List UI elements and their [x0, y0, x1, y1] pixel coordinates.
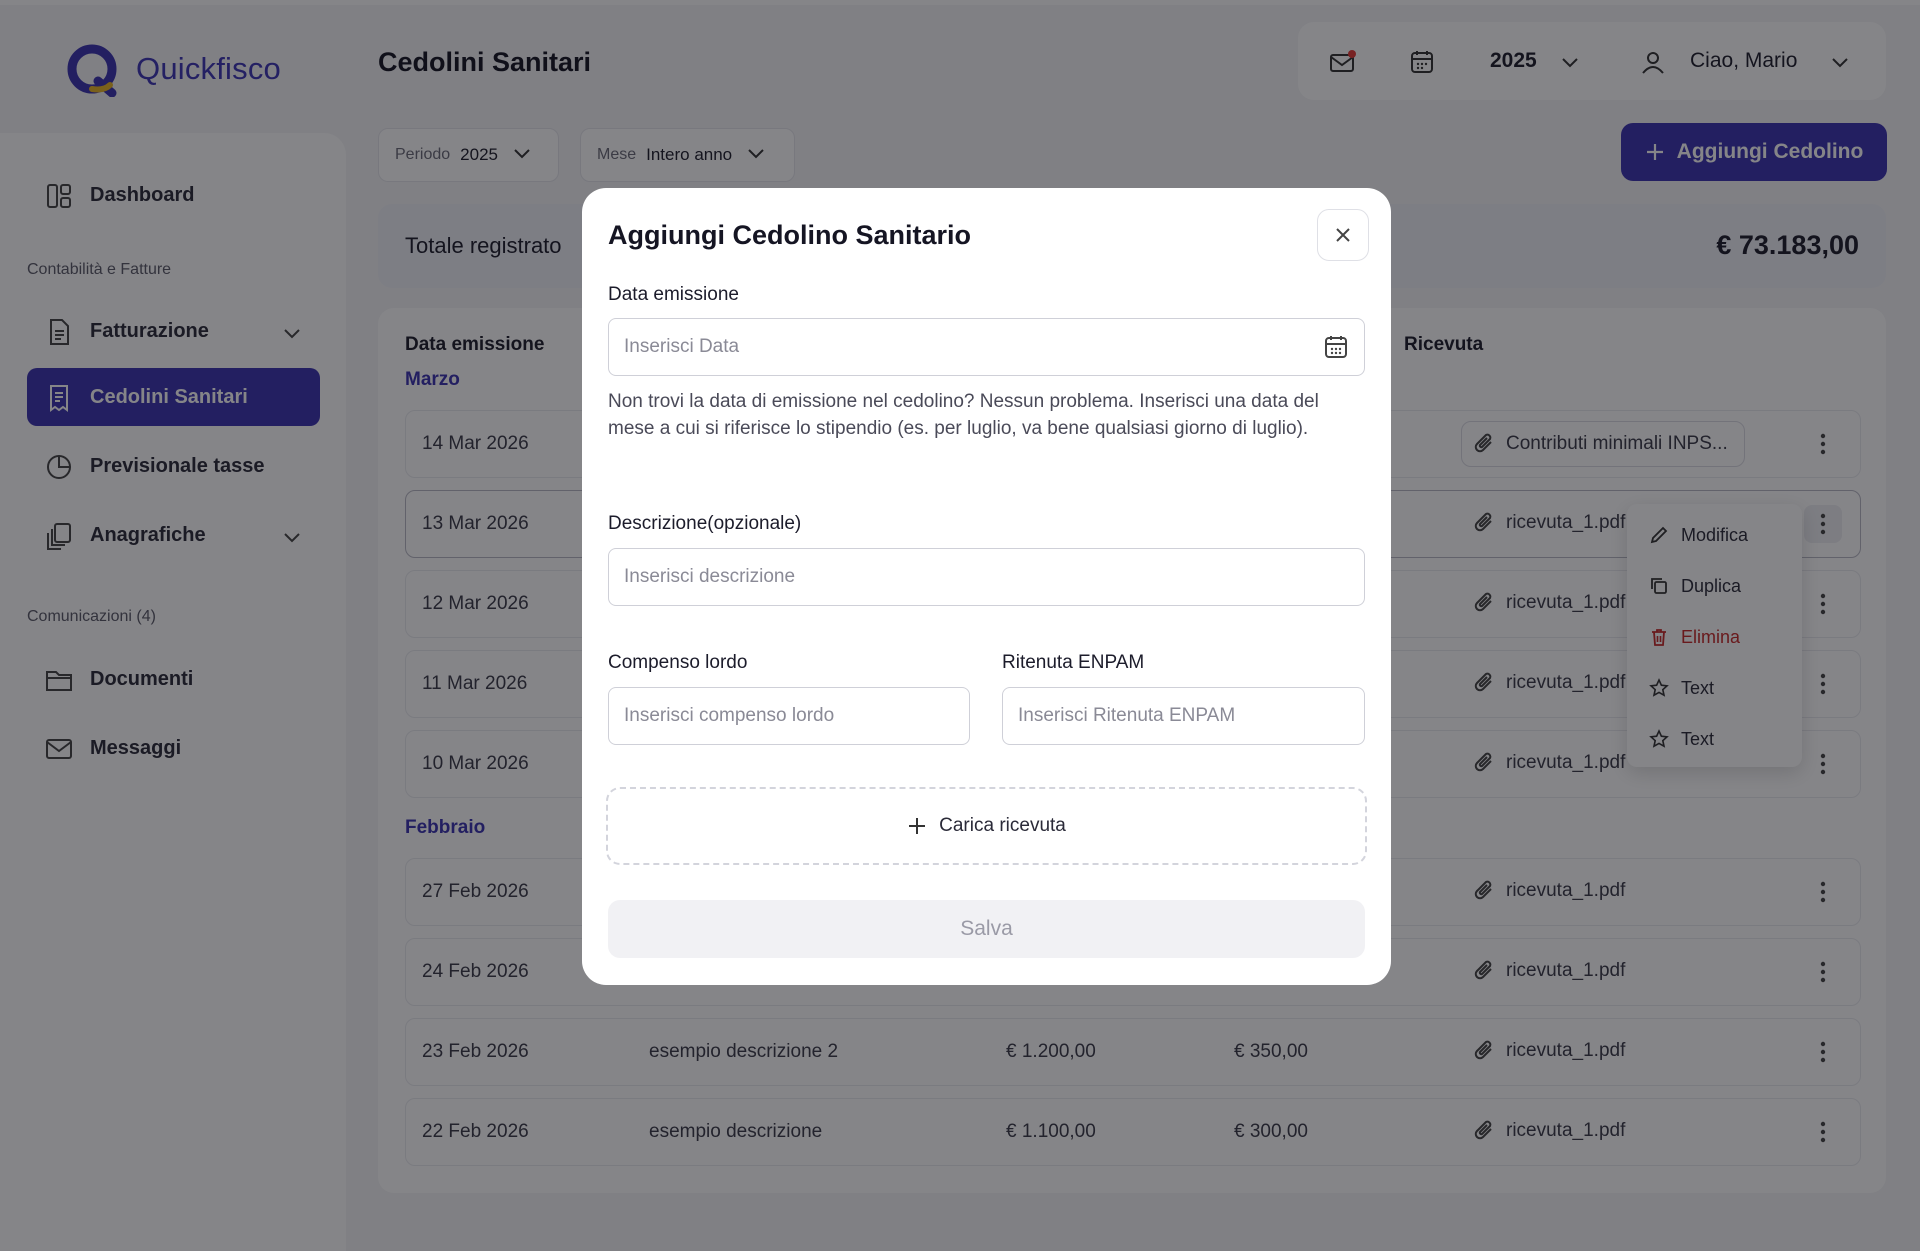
date-input[interactable]: [608, 318, 1365, 376]
upload-label: Carica ricevuta: [939, 815, 1066, 836]
plus-icon: [909, 818, 926, 834]
upload-receipt-dropzone[interactable]: Carica ricevuta: [606, 787, 1367, 865]
add-cedolino-modal: Aggiungi Cedolino Sanitario Data emissio…: [582, 188, 1391, 985]
modal-title: Aggiungi Cedolino Sanitario: [608, 220, 971, 250]
save-button[interactable]: Salva: [608, 900, 1365, 958]
calendar-icon[interactable]: [1323, 334, 1349, 360]
description-label: Descrizione(opzionale): [608, 513, 802, 534]
date-label: Data emissione: [608, 284, 739, 305]
compenso-lordo-label: Compenso lordo: [608, 652, 748, 673]
compenso-lordo-input[interactable]: [608, 687, 970, 745]
close-icon: [1336, 228, 1350, 242]
description-input[interactable]: [608, 548, 1365, 606]
ritenuta-enpam-input[interactable]: [1002, 687, 1365, 745]
date-hint: Non trovi la data di emissione nel cedol…: [608, 391, 1319, 439]
close-button[interactable]: [1317, 209, 1369, 261]
ritenuta-enpam-label: Ritenuta ENPAM: [1002, 652, 1145, 673]
